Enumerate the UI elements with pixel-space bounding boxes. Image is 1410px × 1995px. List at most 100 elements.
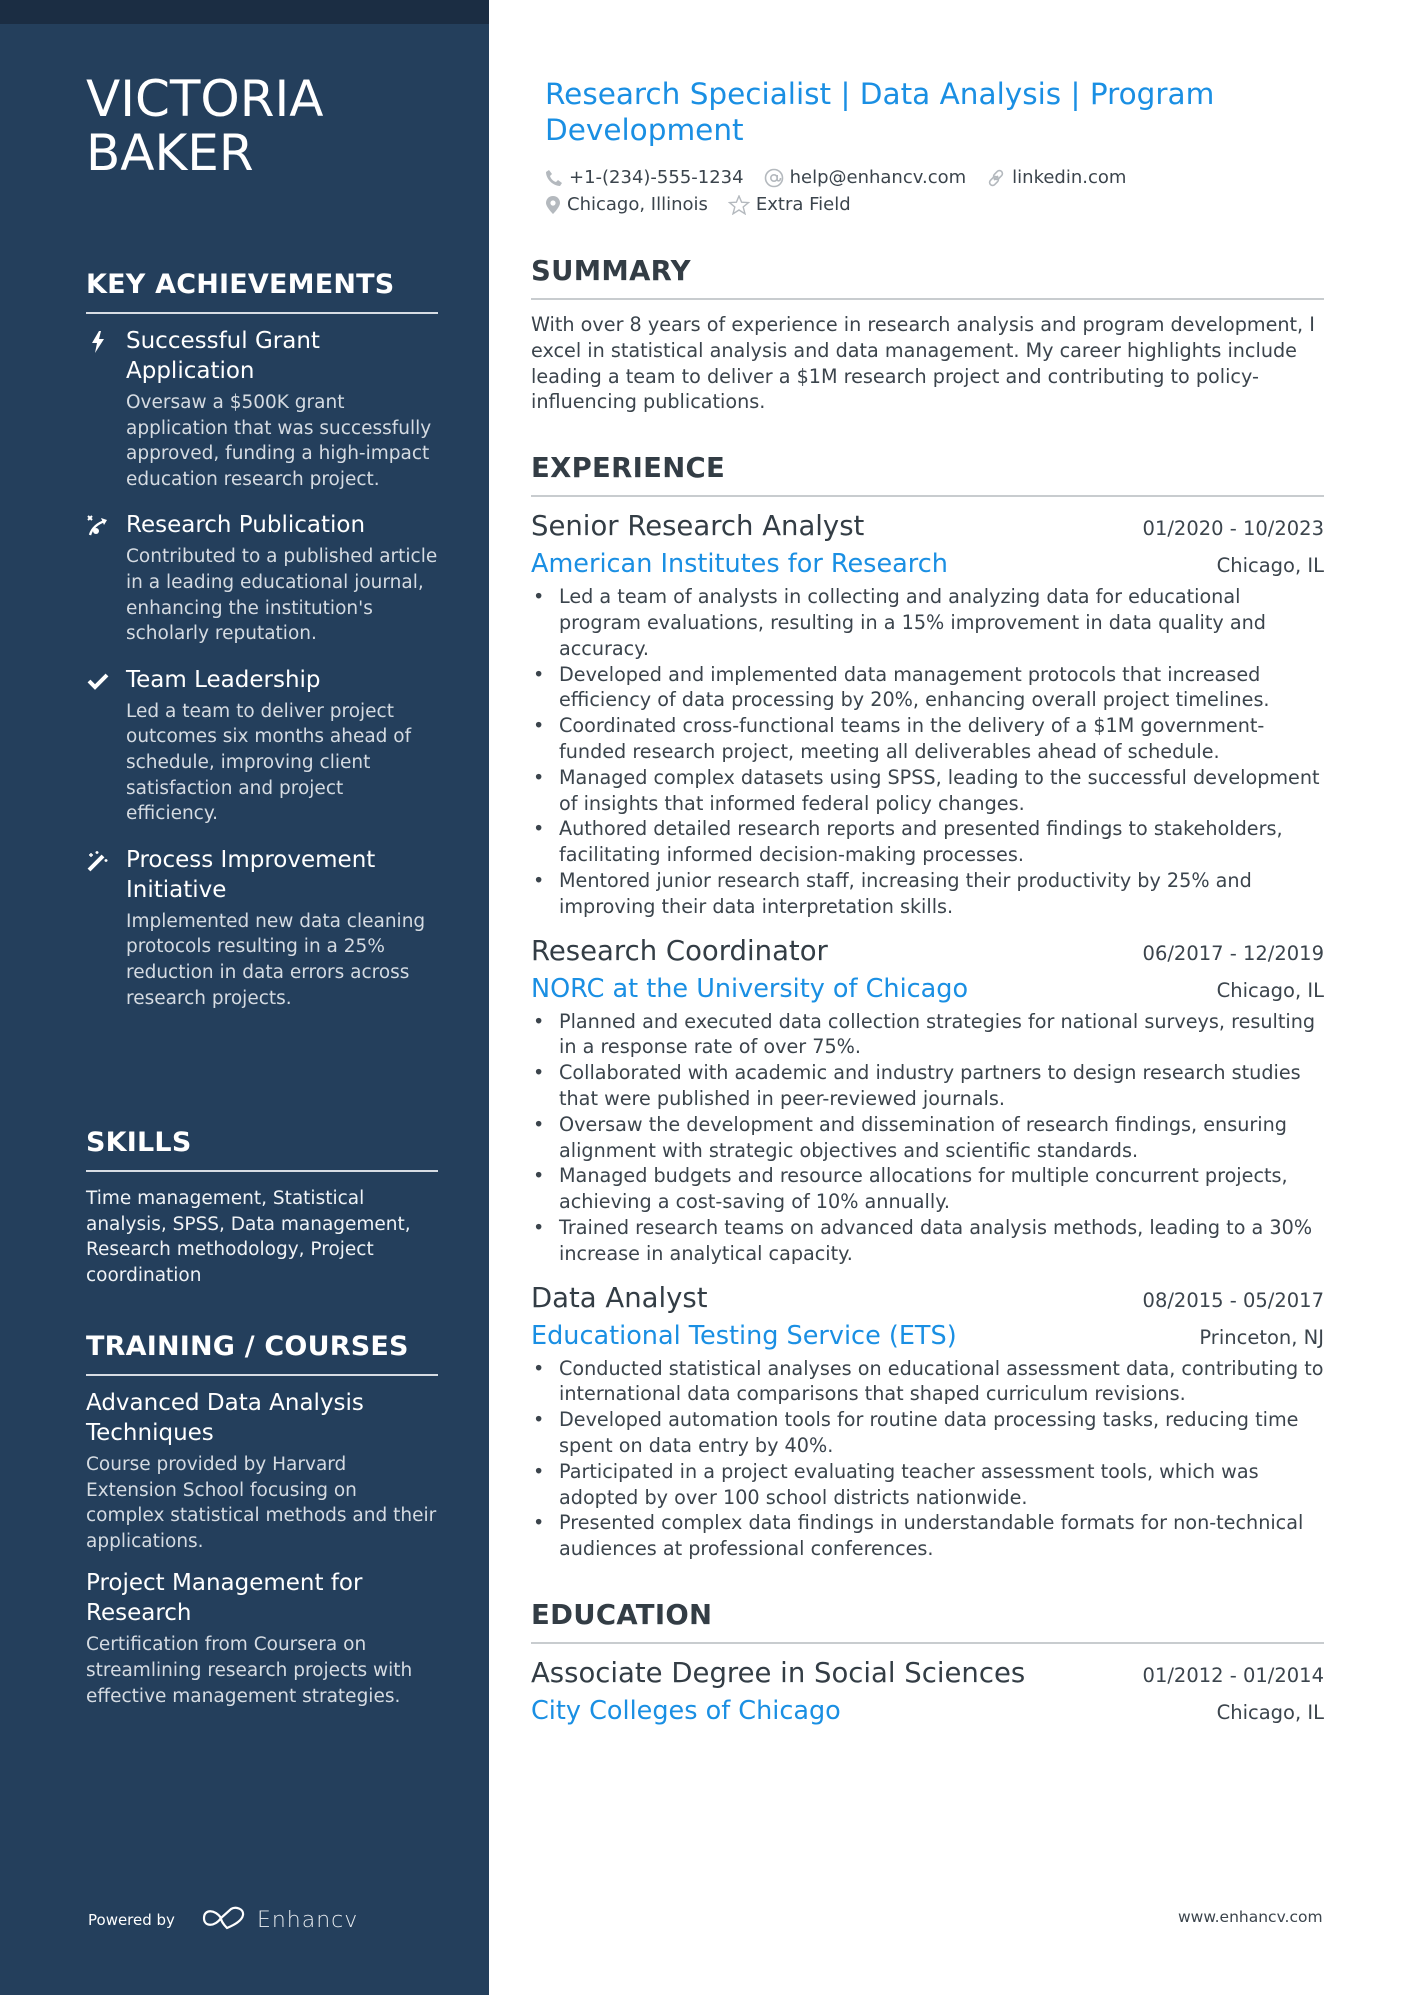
- extra-field-text: Extra Field: [755, 194, 851, 215]
- job-bullet: Planned and executed data collection str…: [533, 1009, 1324, 1061]
- achievement-item: Process Improvement Initiative Implement…: [86, 845, 438, 1011]
- skills-section: SKILLS Time management, Statistical anal…: [86, 1126, 438, 1288]
- skills-title: SKILLS: [86, 1126, 438, 1172]
- contact-extra: Extra Field: [727, 191, 851, 218]
- contact-email[interactable]: help@enhancv.com: [764, 164, 967, 191]
- job-bullet: Developed automation tools for routine d…: [533, 1407, 1324, 1459]
- key-achievements-title: KEY ACHIEVEMENTS: [86, 268, 438, 314]
- job-bullet: Developed and implemented data managemen…: [533, 662, 1324, 714]
- job-location: Princeton, NJ: [1199, 1325, 1324, 1349]
- company-name: American Institutes for Research: [531, 549, 948, 580]
- job-bullets: Conducted statistical analyses on educat…: [531, 1356, 1324, 1562]
- name-last: BAKER: [86, 124, 254, 182]
- link-icon: [988, 169, 1004, 186]
- school-name: City Colleges of Chicago: [531, 1695, 841, 1726]
- powered-by: Powered by Enhancv: [88, 1906, 358, 1934]
- course-desc: Certification from Coursera on streamlin…: [86, 1634, 413, 1707]
- job-entry: Data Analyst 08/2015 - 05/2017 Education…: [531, 1281, 1324, 1562]
- achievement-desc: Oversaw a $500K grant application that w…: [126, 392, 432, 490]
- education-dates: 01/2012 - 01/2014: [1142, 1663, 1324, 1687]
- company-name: Educational Testing Service (ETS): [531, 1320, 957, 1351]
- name-first: VICTORIA: [86, 70, 324, 128]
- email-address: help@enhancv.com: [789, 167, 967, 188]
- strategy-path-icon: [86, 514, 110, 538]
- location-text: Chicago, Illinois: [567, 194, 708, 215]
- job-location: Chicago, IL: [1216, 978, 1324, 1002]
- phone-number: +1-(234)-555-1234: [569, 167, 744, 188]
- candidate-name: VICTORIA BAKER: [86, 72, 438, 180]
- experience-title: EXPERIENCE: [531, 451, 1324, 498]
- job-bullet: Authored detailed research reports and p…: [533, 816, 1324, 868]
- summary-section: SUMMARY With over 8 years of experience …: [531, 254, 1324, 415]
- sidebar-top-band: [0, 0, 489, 24]
- job-bullet: Conducted statistical analyses on educat…: [533, 1356, 1324, 1408]
- course-item: Project Management for Research Certific…: [86, 1568, 438, 1709]
- education-section: EDUCATION Associate Degree in Social Sci…: [531, 1598, 1324, 1727]
- achievement-desc: Contributed to a published article in a …: [126, 546, 438, 645]
- enhancv-brand: Enhancv: [256, 1907, 359, 1933]
- course-item: Advanced Data Analysis Techniques Course…: [86, 1388, 438, 1554]
- job-bullet: Managed complex datasets using SPSS, lea…: [533, 765, 1324, 817]
- job-entry: Senior Research Analyst 01/2020 - 10/202…: [531, 509, 1324, 919]
- phone-icon: [546, 169, 562, 186]
- contact-phone[interactable]: +1-(234)-555-1234: [545, 164, 744, 191]
- job-bullet: Collaborated with academic and industry …: [533, 1060, 1324, 1112]
- key-achievements-section: KEY ACHIEVEMENTS Successful Grant Applic…: [86, 268, 438, 1029]
- achievement-title: Research Publication: [126, 512, 366, 539]
- sidebar: VICTORIA BAKER KEY ACHIEVEMENTS Successf…: [0, 0, 489, 1995]
- achievement-item: Research Publication Contributed to a pu…: [86, 510, 438, 646]
- skills-list: Time management, Statistical analysis, S…: [86, 1188, 411, 1286]
- at-icon: [764, 168, 783, 187]
- company-name: NORC at the University of Chicago: [531, 973, 969, 1004]
- link-text: linkedin.com: [1012, 167, 1127, 188]
- job-bullet: Oversaw the development and disseminatio…: [533, 1112, 1324, 1164]
- enhancv-url-link[interactable]: www.enhancv.com: [1178, 1908, 1323, 1926]
- education-location: Chicago, IL: [1216, 1700, 1324, 1724]
- location-pin-icon: [546, 195, 560, 214]
- contact-location: Chicago, Illinois: [545, 191, 708, 218]
- course-title: Project Management for Research: [86, 1570, 363, 1627]
- achievement-desc: Led a team to deliver project outcomes s…: [126, 700, 412, 825]
- job-entry: Research Coordinator 06/2017 - 12/2019 N…: [531, 934, 1324, 1267]
- education-title: EDUCATION: [531, 1598, 1324, 1644]
- name-block: VICTORIA BAKER: [86, 72, 438, 180]
- magic-wand-icon: [86, 849, 110, 873]
- job-bullet: Mentored junior research staff, increasi…: [533, 868, 1324, 920]
- job-location: Chicago, IL: [1216, 554, 1324, 578]
- job-bullet: Coordinated cross-functional teams in th…: [533, 713, 1324, 765]
- job-bullet: Participated in a project evaluating tea…: [533, 1459, 1324, 1511]
- main-column: Research Specialist | Data Analysis | Pr…: [527, 76, 1324, 1727]
- job-bullets: Led a team of analysts in collecting and…: [531, 584, 1324, 919]
- enhancv-logo-icon: [201, 1906, 247, 1934]
- training-title: TRAINING / COURSES: [86, 1330, 438, 1376]
- job-bullet: Led a team of analysts in collecting and…: [533, 584, 1324, 661]
- job-bullet: Presented complex data findings in under…: [533, 1510, 1324, 1562]
- job-dates: 08/2015 - 05/2017: [1142, 1288, 1324, 1312]
- achievement-item: Successful Grant Application Oversaw a $…: [86, 326, 438, 492]
- training-section: TRAINING / COURSES Advanced Data Analysi…: [86, 1330, 438, 1723]
- headline: Research Specialist | Data Analysis | Pr…: [545, 77, 1215, 147]
- lightning-bolt-icon: [86, 330, 110, 354]
- course-desc: Course provided by Harvard Extension Sch…: [86, 1454, 437, 1552]
- job-title: Data Analyst: [531, 1281, 708, 1314]
- achievement-item: Team Leadership Led a team to deliver pr…: [86, 665, 438, 827]
- enhancv-logo-link[interactable]: Enhancv: [201, 1906, 358, 1934]
- powered-by-label: Powered by: [88, 1911, 175, 1929]
- job-dates: 01/2020 - 10/2023: [1142, 517, 1324, 541]
- education-entry: Associate Degree in Social Sciences 01/2…: [531, 1656, 1324, 1727]
- job-bullet: Trained research teams on advanced data …: [533, 1215, 1324, 1267]
- degree: Associate Degree in Social Sciences: [531, 1656, 1026, 1689]
- star-icon: [727, 194, 750, 215]
- achievement-desc: Implemented new data cleaning protocols …: [126, 910, 426, 1009]
- job-bullet: Managed budgets and resource allocations…: [533, 1163, 1324, 1215]
- course-title: Advanced Data Analysis Techniques: [86, 1390, 364, 1446]
- contact-link[interactable]: linkedin.com: [986, 164, 1126, 191]
- achievement-title: Process Improvement Initiative: [126, 846, 376, 903]
- contact-info: +1-(234)-555-1234 help@enhancv.com linke…: [545, 164, 1324, 218]
- achievement-title: Team Leadership: [126, 666, 321, 693]
- job-bullets: Planned and executed data collection str…: [531, 1009, 1324, 1267]
- checkmark-icon: [86, 669, 110, 693]
- job-title: Research Coordinator: [531, 934, 828, 967]
- summary-title: SUMMARY: [531, 254, 1324, 300]
- achievement-title: Successful Grant Application: [126, 328, 320, 384]
